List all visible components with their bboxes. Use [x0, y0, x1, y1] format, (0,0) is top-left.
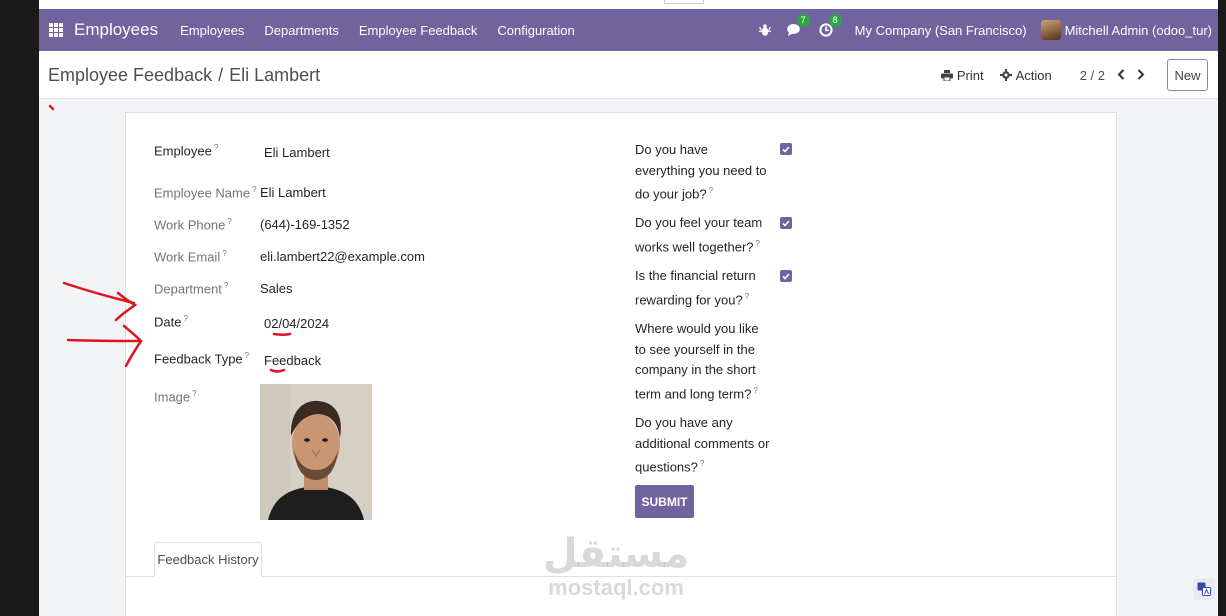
breadcrumb-parent[interactable]: Employee Feedback	[48, 65, 212, 85]
question-1-checkbox[interactable]	[780, 143, 792, 155]
app-window: Employees Employees Departments Employee…	[39, 0, 1218, 616]
browser-strip	[39, 0, 1218, 9]
print-button[interactable]: Print	[940, 67, 984, 83]
breadcrumb-separator: /	[218, 65, 224, 85]
date-label: Date?	[154, 314, 188, 330]
browser-tab-nub	[664, 0, 704, 4]
activities-badge: 8	[828, 14, 842, 27]
user-menu[interactable]: Mitchell Admin (odoo_tur)	[1065, 23, 1212, 38]
employee-field[interactable]: Eli Lambert	[264, 145, 330, 160]
submit-button[interactable]: SUBMIT	[635, 485, 694, 518]
question-3: Is the financial return rewarding for yo…	[635, 268, 756, 307]
company-switcher[interactable]: My Company (San Francisco)	[855, 23, 1027, 38]
pager-previous-icon[interactable]	[1117, 67, 1125, 83]
question-5[interactable]: Do you have any additional comments or q…	[635, 413, 770, 478]
field-work-phone: Work Phone? (644)-169-1352	[154, 217, 350, 232]
watermark: مستقل mostaql.com	[536, 532, 696, 600]
question-1: Do you have everything you need to do yo…	[635, 142, 767, 202]
checkmark-icon	[782, 272, 790, 280]
messages-badge: 7	[796, 14, 810, 27]
breadcrumb-current: Eli Lambert	[229, 65, 321, 85]
new-button[interactable]: New	[1167, 59, 1208, 91]
question-2: Do you feel your team works well togethe…	[635, 215, 763, 254]
tab-feedback-history[interactable]: Feedback History	[154, 542, 262, 577]
app-brand[interactable]: Employees	[74, 20, 158, 40]
activities-icon[interactable]: 8	[819, 14, 842, 37]
feedback-type-field[interactable]: Feedback	[264, 353, 321, 368]
field-feedback-type: Feedback Type? Feedback	[154, 351, 321, 368]
pager-value[interactable]: 2 / 2	[1080, 68, 1105, 83]
employee-name-label: Employee Name?	[154, 185, 257, 201]
action-label: Action	[1015, 67, 1052, 83]
question-2-checkbox[interactable]	[780, 217, 792, 229]
messages-icon[interactable]: 7	[786, 14, 810, 37]
field-work-email: Work Email? eli.lambert22@example.com	[154, 249, 425, 264]
apps-grid-icon[interactable]	[49, 23, 63, 37]
question-3-checkbox[interactable]	[780, 270, 792, 282]
work-email-label: Work Email?	[154, 249, 227, 265]
print-label: Print	[956, 67, 984, 83]
checkmark-icon	[782, 145, 790, 153]
control-actions: Print Action 2 / 2 New	[925, 51, 1218, 99]
department-value: Sales	[260, 281, 293, 296]
work-email-value: eli.lambert22@example.com	[260, 249, 425, 264]
question-4[interactable]: Where would you like to see yourself in …	[635, 319, 770, 404]
work-phone-value: (644)-169-1352	[260, 217, 350, 232]
translate-icon[interactable]	[1193, 578, 1215, 600]
date-field[interactable]: 02/04/2024	[264, 316, 329, 331]
top-navbar: Employees Employees Departments Employee…	[39, 9, 1218, 51]
gear-icon	[999, 69, 1012, 81]
print-icon	[940, 69, 953, 81]
field-department: Department? Sales	[154, 281, 293, 296]
employee-name-value: Eli Lambert	[260, 185, 326, 200]
breadcrumb: Employee Feedback / Eli Lambert	[48, 65, 320, 86]
watermark-arabic: مستقل	[542, 531, 690, 577]
employee-photo[interactable]	[260, 384, 372, 520]
control-panel: Employee Feedback / Eli Lambert Print Acti…	[39, 51, 1218, 99]
bug-icon[interactable]	[758, 23, 771, 37]
pager-next-icon[interactable]	[1137, 67, 1145, 83]
field-employee-name: Employee Name? Eli Lambert	[154, 185, 326, 200]
action-button[interactable]: Action	[999, 67, 1052, 83]
image-label: Image?	[154, 389, 197, 405]
menu-configuration[interactable]: Configuration	[497, 23, 574, 38]
field-image: Image?	[154, 389, 260, 404]
feedback-type-label: Feedback Type?	[154, 351, 250, 367]
work-phone-label: Work Phone?	[154, 217, 232, 233]
field-employee: Employee? Eli Lambert	[154, 143, 330, 160]
department-label: Department?	[154, 281, 229, 297]
field-date: Date? 02/04/2024	[154, 314, 329, 331]
menu-departments[interactable]: Departments	[264, 23, 338, 38]
watermark-latin: mostaql.com	[548, 575, 684, 600]
avatar[interactable]	[1040, 20, 1061, 40]
menu-employees[interactable]: Employees	[180, 23, 244, 38]
checkmark-icon	[782, 219, 790, 227]
menu-employee-feedback[interactable]: Employee Feedback	[359, 23, 478, 38]
employee-label: Employee?	[154, 143, 219, 159]
navbar-systray: 7 8 My Company (San Francisco) Mitchell …	[751, 9, 1218, 51]
